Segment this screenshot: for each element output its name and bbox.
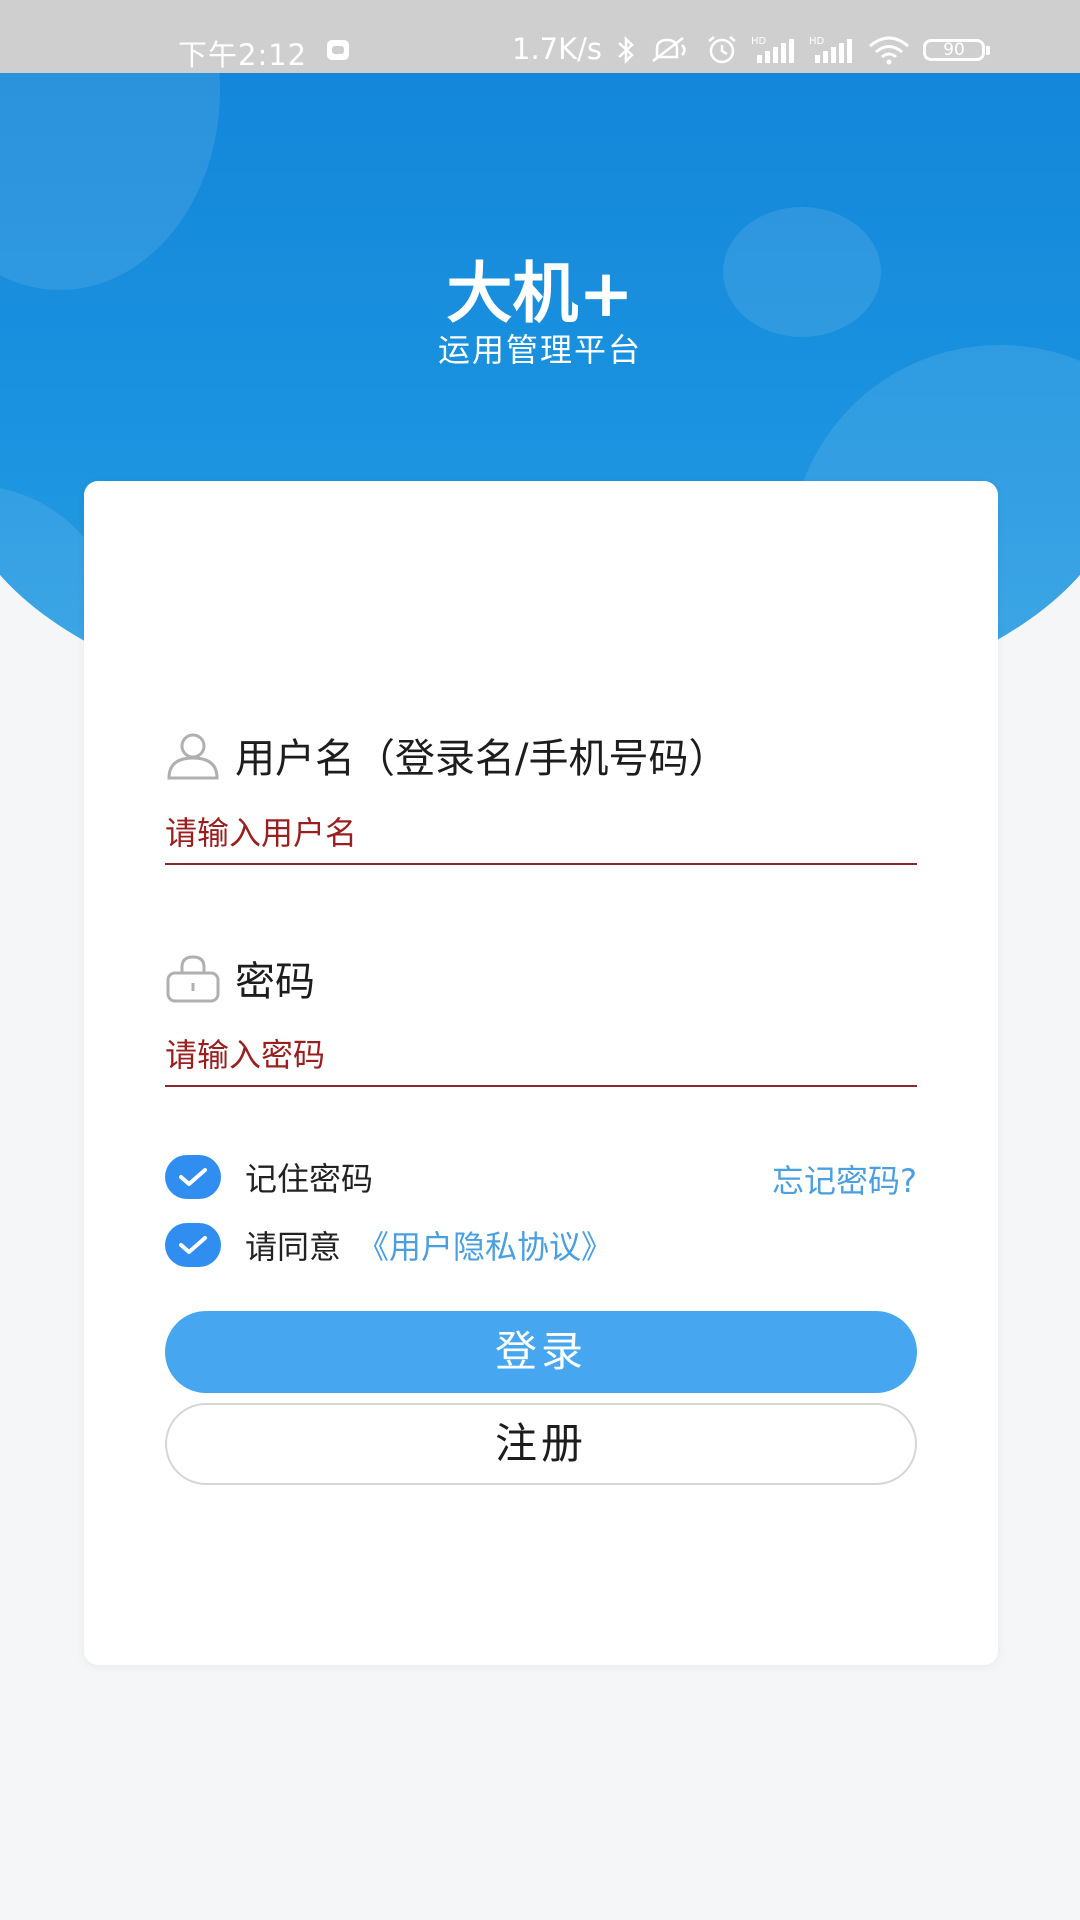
register-button[interactable]: 注册 (165, 1403, 917, 1485)
username-label: 用户名（登录名/手机号码） (235, 736, 729, 782)
notification-app-icon (327, 40, 349, 60)
password-input[interactable] (165, 1025, 917, 1087)
bluetooth-icon (618, 35, 634, 65)
mute-icon (652, 37, 686, 62)
network-speed: 1.7K/s (512, 32, 603, 66)
status-icons: HD HD 90 (615, 30, 990, 70)
battery-level: 90 (943, 40, 965, 60)
agree-label: 请同意 (245, 1228, 342, 1266)
username-label-row: 用户名（登录名/手机号码） (165, 726, 728, 784)
login-button[interactable]: 登录 (165, 1311, 917, 1393)
user-icon (167, 733, 219, 780)
status-time: 下午2:12 (178, 38, 308, 72)
status-bar: 下午2:12 1.7K/s HD HD 90 (0, 0, 1080, 73)
login-card: 用户名（登录名/手机号码） 密码 记住密码 忘记密码? 请同意 《用户隐私协议》… (84, 481, 998, 1665)
remember-row: 记住密码 (165, 1154, 373, 1200)
battery-icon: 90 (923, 39, 990, 61)
password-label-row: 密码 (165, 949, 315, 1007)
app-title: 大机+ (446, 255, 634, 332)
checkmark-icon (179, 1236, 207, 1254)
username-input[interactable] (165, 803, 917, 865)
forgot-password-link[interactable]: 忘记密码? (772, 1156, 917, 1202)
alarm-icon (708, 36, 736, 64)
agree-row: 请同意 《用户隐私协议》 (165, 1222, 613, 1268)
signal-hd-icon: HD (809, 36, 852, 63)
app-subtitle: 运用管理平台 (437, 331, 642, 369)
signal-hd-icon: HD (751, 36, 794, 63)
privacy-agreement-link[interactable]: 《用户隐私协议》 (357, 1222, 613, 1268)
svg-text:HD: HD (751, 36, 767, 47)
password-label: 密码 (235, 959, 315, 1005)
lock-icon (166, 955, 220, 1003)
remember-label: 记住密码 (245, 1160, 374, 1198)
agree-checkbox[interactable] (165, 1223, 221, 1267)
checkmark-icon (179, 1168, 207, 1186)
remember-checkbox[interactable] (165, 1155, 221, 1199)
wifi-icon (869, 36, 909, 65)
svg-text:HD: HD (809, 36, 825, 47)
